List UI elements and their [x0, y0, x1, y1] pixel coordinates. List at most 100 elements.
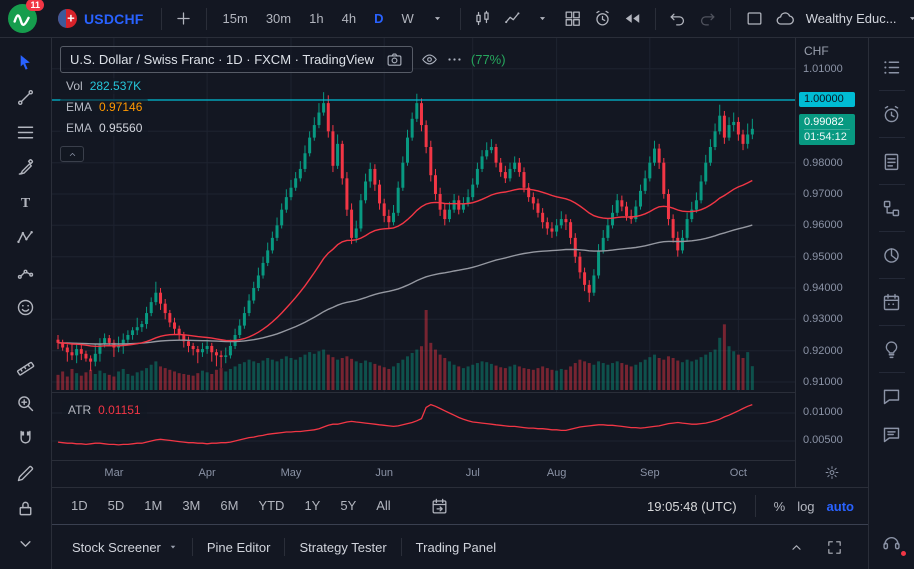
axis-settings-gear-icon[interactable] — [825, 465, 840, 480]
text-tool-icon[interactable]: T — [9, 188, 43, 216]
alerts-icon[interactable] — [873, 95, 911, 133]
log-scale-button[interactable]: log — [797, 499, 814, 514]
chart-title: U.S. Dollar / Swiss Franc · 1D · FXCM · … — [70, 52, 374, 67]
legend-collapse-button[interactable] — [60, 146, 84, 162]
timeframe-15m-button[interactable]: 15m — [215, 6, 256, 32]
watchlist-icon[interactable] — [873, 48, 911, 86]
symbol-title-button[interactable]: U.S. Dollar / Swiss Franc · 1D · FXCM · … — [60, 46, 413, 73]
panel-open-chevron-icon[interactable] — [782, 533, 810, 561]
workspace: T U.S. Dollar / Swiss Franc · 1D · FXCM … — [0, 38, 914, 569]
timeframe-w-button[interactable]: W — [393, 6, 421, 32]
alert-icon[interactable] — [589, 5, 617, 33]
toolbar-separator — [654, 7, 656, 30]
cloud-account-button[interactable]: Wealthy Educ... — [771, 5, 897, 33]
atr-label: ATR — [68, 403, 92, 417]
forecast-icon[interactable] — [9, 258, 43, 286]
toolbar-separator — [205, 7, 207, 30]
top-toolbar: 11 + USDCHF 15m 30m 1h 4h D W Wealthy Educ... — [0, 0, 914, 38]
snapshot-camera-icon[interactable] — [386, 51, 403, 68]
range-6m-button[interactable]: 6M — [211, 494, 247, 518]
calendar-icon[interactable] — [873, 283, 911, 321]
indicators-caret-down-icon[interactable] — [529, 5, 557, 33]
range-3m-button[interactable]: 3M — [173, 494, 209, 518]
month-label: Mar — [104, 467, 124, 479]
zoom-in-icon[interactable] — [9, 389, 43, 417]
timeframe-4h-button[interactable]: 4h — [334, 6, 364, 32]
ema-fast-label: EMA — [66, 100, 93, 114]
help-icon[interactable] — [873, 523, 911, 561]
notification-dot — [898, 549, 908, 558]
streams-icon[interactable] — [873, 415, 911, 453]
tab-label: Stock Screener — [72, 539, 161, 555]
app-logo[interactable]: 11 — [8, 0, 44, 33]
price-tick-label: 0.92000 — [803, 344, 843, 357]
range-all-button[interactable]: All — [367, 494, 399, 518]
tab-label: Pine Editor — [206, 539, 271, 555]
cursor-icon[interactable] — [9, 48, 43, 76]
timeframe-1h-button[interactable]: 1h — [301, 6, 331, 32]
scale-controls: 19:05:48 (UTC) % log auto — [647, 495, 854, 517]
select-layout-icon[interactable] — [741, 5, 769, 33]
auto-scale-button[interactable]: auto — [827, 499, 854, 514]
account-caret-down-icon[interactable] — [899, 5, 914, 33]
indicators-icon[interactable] — [499, 5, 527, 33]
range-5d-button[interactable]: 5D — [99, 494, 134, 518]
hotlists-icon[interactable] — [873, 236, 911, 274]
go-to-date-icon[interactable] — [426, 492, 454, 520]
news-icon[interactable] — [873, 142, 911, 180]
trend-line-icon[interactable] — [9, 83, 43, 111]
range-ytd-button[interactable]: YTD — [249, 494, 293, 518]
brush-icon[interactable] — [9, 153, 43, 181]
timeframe-d-button[interactable]: D — [366, 6, 391, 32]
range-5y-button[interactable]: 5Y — [331, 494, 365, 518]
timeframe-30m-button[interactable]: 30m — [258, 6, 299, 32]
tab-strategy-tester[interactable]: Strategy Tester — [285, 525, 400, 569]
add-symbol-icon[interactable] — [170, 5, 198, 33]
emoji-icon[interactable] — [9, 293, 43, 321]
chart-style-candles-icon[interactable] — [469, 5, 497, 33]
percent-scale-button[interactable]: % — [774, 499, 786, 514]
time-axis[interactable]: Mar Apr May Jun Jul Aug Sep Oct — [52, 460, 795, 487]
ema-fast-legend-row[interactable]: EMA 0.97146 — [60, 99, 149, 115]
ema-slow-legend-row[interactable]: EMA 0.95560 — [60, 120, 149, 136]
panel-fullscreen-icon[interactable] — [820, 533, 848, 561]
last-price-value: 0.99082 — [804, 115, 844, 128]
magnet-icon[interactable] — [9, 424, 43, 452]
atr-legend-row[interactable]: ATR 0.01151 — [62, 402, 147, 418]
xabcd-pattern-icon[interactable] — [9, 223, 43, 251]
atr-chart[interactable] — [52, 393, 795, 460]
bar-replay-icon[interactable] — [619, 5, 647, 33]
hide-drawings-icon[interactable] — [9, 529, 43, 557]
visibility-eye-icon[interactable] — [421, 51, 438, 68]
draw-edit-icon[interactable] — [9, 459, 43, 487]
layout-templates-icon[interactable] — [559, 5, 587, 33]
fib-retracement-icon[interactable] — [9, 118, 43, 146]
chat-icon[interactable] — [873, 377, 911, 415]
lock-all-icon[interactable] — [9, 494, 43, 522]
ruler-icon[interactable] — [9, 354, 43, 382]
redo-icon[interactable] — [694, 5, 722, 33]
range-1m-button[interactable]: 1M — [135, 494, 171, 518]
range-1y-button[interactable]: 1Y — [295, 494, 329, 518]
price-axis[interactable]: CHF 1.00000 0.99082 01:54:12 1.010001.00… — [795, 38, 868, 487]
undo-icon[interactable] — [664, 5, 692, 33]
tab-stock-screener[interactable]: Stock Screener — [58, 525, 192, 569]
tab-pine-editor[interactable]: Pine Editor — [193, 525, 285, 569]
vol-label: Vol — [66, 79, 83, 93]
volume-legend-row[interactable]: Vol 282.537K — [60, 78, 148, 94]
ideas-icon[interactable] — [873, 330, 911, 368]
tab-trading-panel[interactable]: Trading Panel — [402, 525, 510, 569]
tabs-group: Stock Screener Pine Editor Strategy Tester… — [58, 525, 510, 569]
clock-utc[interactable]: 19:05:48 (UTC) — [647, 499, 737, 514]
screener-caret-down-icon — [168, 542, 178, 552]
sidebar-separator — [878, 372, 905, 373]
sidebar-separator — [878, 90, 905, 91]
data-window-icon[interactable] — [873, 189, 911, 227]
timeframes-caret-down-icon[interactable] — [424, 5, 452, 33]
atr-pane[interactable]: ATR 0.01151 — [52, 392, 795, 460]
range-1d-button[interactable]: 1D — [62, 494, 97, 518]
symbol-switcher-button[interactable]: + USDCHF — [49, 0, 153, 38]
main-chart-pane[interactable]: U.S. Dollar / Swiss Franc · 1D · FXCM · … — [52, 38, 795, 392]
last-price-badge: 0.99082 01:54:12 — [799, 113, 855, 145]
legend-more-icon[interactable] — [446, 51, 463, 68]
